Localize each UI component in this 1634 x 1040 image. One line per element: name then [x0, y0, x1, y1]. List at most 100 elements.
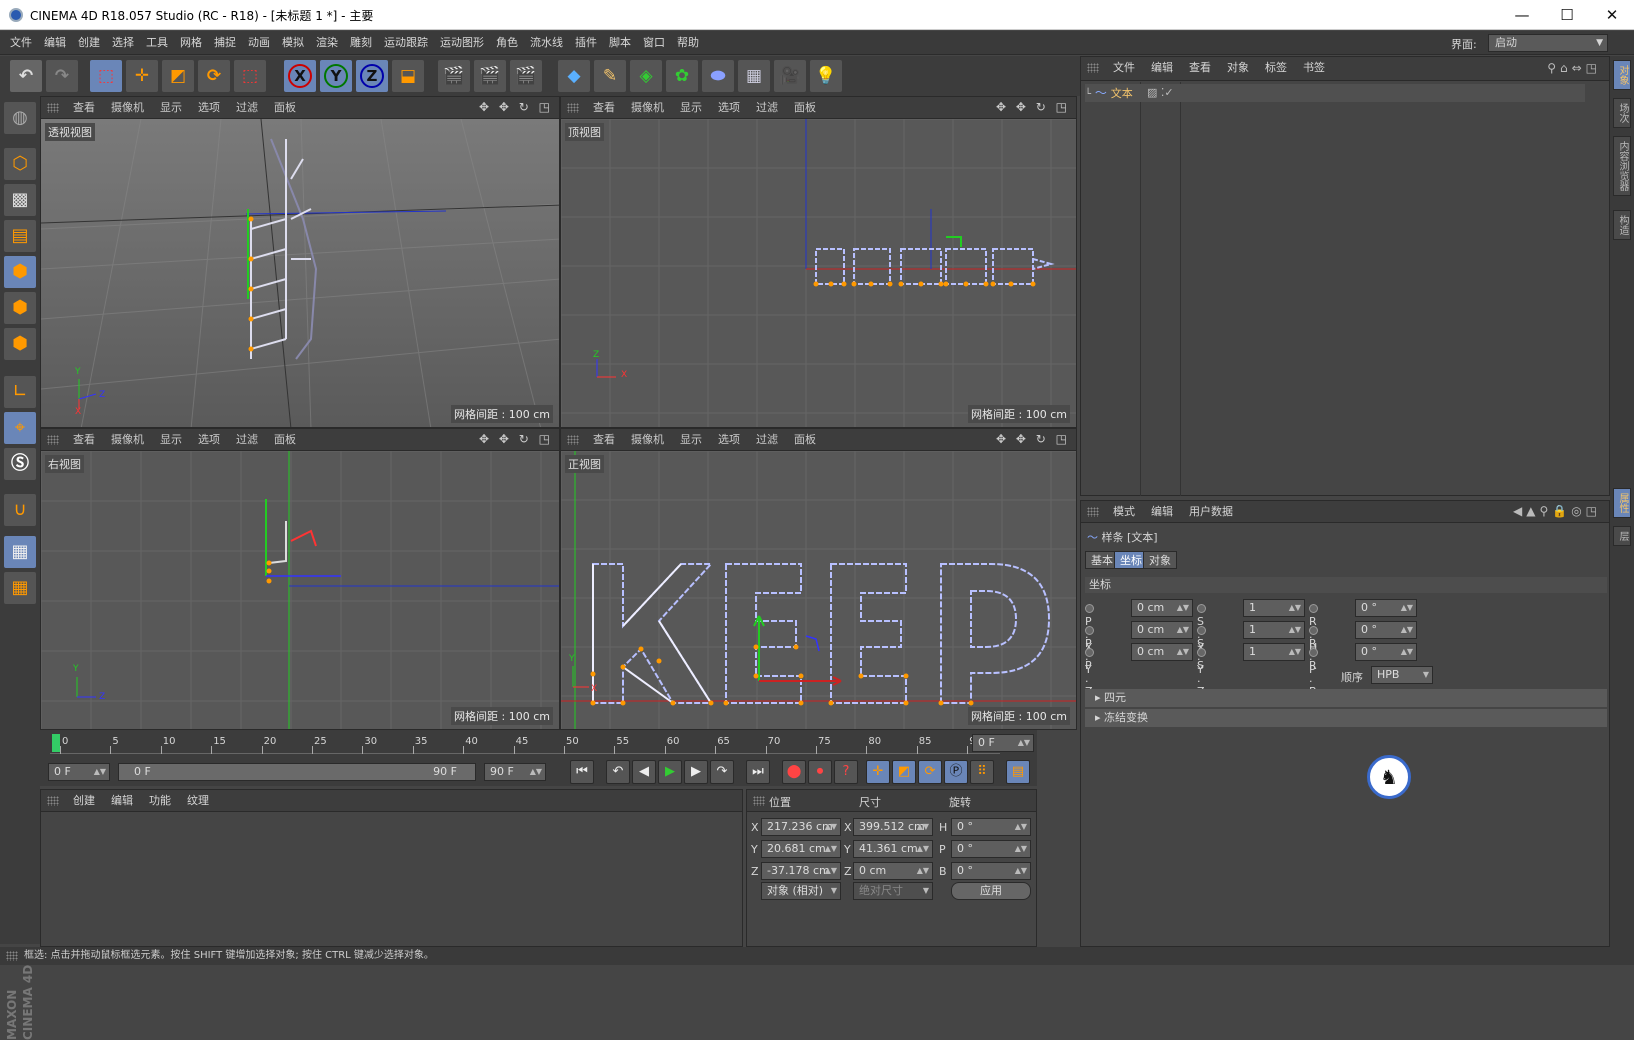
- pen-spline-button[interactable]: ✎: [594, 60, 626, 92]
- position-field[interactable]: 217.236 cm ▲▼: [761, 818, 841, 836]
- edges-mode-button[interactable]: ⬢: [4, 292, 36, 324]
- keyframe-radio-icon[interactable]: [1309, 626, 1318, 635]
- side-tab[interactable]: 属性: [1613, 488, 1631, 518]
- coordinate-mode-select[interactable]: 对象 (相对) ▼: [761, 882, 841, 900]
- go-to-start-button[interactable]: ⏮: [570, 760, 594, 784]
- menu-item[interactable]: 捕捉: [208, 31, 242, 55]
- attribute-tab[interactable]: 对象: [1143, 551, 1177, 569]
- previous-frame-button[interactable]: ◀: [632, 760, 656, 784]
- right-viewport[interactable]: 查看 摄像机 显示 选项 过滤 面板 ✥ ✥ ↻ ◳ YZ 右视图 网格间距 : 100 c…: [40, 428, 560, 730]
- menu-item[interactable]: 网格: [174, 31, 208, 55]
- viewport-menu-item[interactable]: 摄像机: [623, 97, 672, 119]
- menu-item[interactable]: 编辑: [38, 31, 72, 55]
- size-mode-select[interactable]: 绝对尺寸 ▼: [853, 882, 933, 900]
- polygons-mode-button[interactable]: ⬢: [4, 328, 36, 360]
- menu-item[interactable]: 帮助: [671, 31, 705, 55]
- menu-item[interactable]: 模拟: [276, 31, 310, 55]
- menu-item[interactable]: 编辑: [103, 790, 141, 812]
- param-field[interactable]: 1 ▲▼: [1243, 643, 1305, 661]
- next-key-button[interactable]: ↷: [710, 760, 734, 784]
- go-to-end-button[interactable]: ⏭: [746, 760, 770, 784]
- keyframe-radio-icon[interactable]: [1309, 648, 1318, 657]
- live-select-button[interactable]: ⬚: [90, 60, 122, 92]
- key-scale-button[interactable]: ◩: [892, 760, 916, 784]
- viewport-menu-item[interactable]: 过滤: [748, 97, 786, 119]
- param-field[interactable]: 0 cm ▲▼: [1131, 599, 1193, 617]
- viewport-menu-item[interactable]: 过滤: [228, 429, 266, 451]
- next-frame-button[interactable]: ▶: [684, 760, 708, 784]
- menu-item[interactable]: 创建: [65, 790, 103, 812]
- viewport-menu-item[interactable]: 选项: [190, 97, 228, 119]
- viewport-menu-item[interactable]: 显示: [672, 429, 710, 451]
- render-settings-button[interactable]: 🎬: [510, 60, 542, 92]
- viewport-menu-item[interactable]: 显示: [672, 97, 710, 119]
- menu-item[interactable]: 用户数据: [1181, 501, 1241, 523]
- viewport-menu-item[interactable]: 查看: [65, 429, 103, 451]
- redo-button[interactable]: ↷: [46, 60, 78, 92]
- viewport-menu-item[interactable]: 选项: [710, 97, 748, 119]
- timeline-window-button[interactable]: ▤: [1006, 760, 1030, 784]
- viewport-menu-item[interactable]: 选项: [710, 429, 748, 451]
- recent-tool-button[interactable]: ⬚: [234, 60, 266, 92]
- size-field[interactable]: 41.361 cm ▲▼: [853, 840, 933, 858]
- perspective-viewport[interactable]: 查看 摄像机 显示 选项 过滤 面板 ✥ ✥ ↻ ◳ Y Z X 透视视图 网格间距 : 100…: [40, 96, 560, 428]
- side-tab[interactable]: 构造: [1613, 210, 1631, 240]
- menu-item[interactable]: 脚本: [603, 31, 637, 55]
- auto-key-button[interactable]: ⏺: [808, 760, 832, 784]
- menu-item[interactable]: 文件: [4, 31, 38, 55]
- key-point-level-button[interactable]: ⠿: [970, 760, 994, 784]
- viewport-menu-item[interactable]: 摄像机: [103, 97, 152, 119]
- light-button[interactable]: 💡: [810, 60, 842, 92]
- side-tab[interactable]: 对象: [1613, 60, 1631, 90]
- keyframe-radio-icon[interactable]: [1085, 626, 1094, 635]
- menu-item[interactable]: 创建: [72, 31, 106, 55]
- texture-mode-button[interactable]: ▩: [4, 184, 36, 216]
- menu-item[interactable]: 编辑: [1143, 57, 1181, 79]
- maximize-button[interactable]: ☐: [1556, 5, 1578, 25]
- size-field[interactable]: 0 cm ▲▼: [853, 862, 933, 880]
- position-field[interactable]: -37.178 cm ▲▼: [761, 862, 841, 880]
- camera-button[interactable]: 🎥: [774, 60, 806, 92]
- viewport-menu-item[interactable]: 显示: [152, 97, 190, 119]
- deformer-button[interactable]: ⬬: [702, 60, 734, 92]
- move-button[interactable]: ✛: [126, 60, 158, 92]
- freeze-transform-section[interactable]: ▸ 冻结变换: [1085, 709, 1607, 727]
- undo-button[interactable]: ↶: [10, 60, 42, 92]
- scale-button[interactable]: ◩: [162, 60, 194, 92]
- workplane-lock-button[interactable]: ▦: [4, 536, 36, 568]
- menu-item[interactable]: 选择: [106, 31, 140, 55]
- menu-item[interactable]: 流水线: [524, 31, 569, 55]
- menu-item[interactable]: 编辑: [1143, 501, 1181, 523]
- play-button[interactable]: ▶: [658, 760, 682, 784]
- front-viewport[interactable]: 查看 摄像机 显示 选项 过滤 面板 ✥ ✥ ↻ ◳ YX 正视图 网格间距 : 100 c…: [560, 428, 1077, 730]
- menu-item[interactable]: 雕刻: [344, 31, 378, 55]
- cube-object-button[interactable]: ◆: [558, 60, 590, 92]
- viewport-menu-item[interactable]: 过滤: [748, 429, 786, 451]
- keyframe-radio-icon[interactable]: [1197, 648, 1206, 657]
- magnet-button[interactable]: ∪: [4, 494, 36, 526]
- menu-item[interactable]: 插件: [569, 31, 603, 55]
- timeline-ruler[interactable]: 051015202530354045505560657075808590 0 F…: [40, 730, 1037, 758]
- viewport-menu-item[interactable]: 面板: [786, 429, 824, 451]
- viewport-menu-item[interactable]: 查看: [65, 97, 103, 119]
- side-tab[interactable]: 层: [1613, 526, 1631, 546]
- side-tab[interactable]: 内容浏览器: [1613, 136, 1631, 196]
- menu-item[interactable]: 渲染: [310, 31, 344, 55]
- close-button[interactable]: ✕: [1601, 5, 1623, 25]
- render-view-button[interactable]: 🎬: [438, 60, 470, 92]
- menu-item[interactable]: 书签: [1295, 57, 1333, 79]
- visibility-toggle-icon[interactable]: ▨ ⁚✓: [1147, 86, 1174, 99]
- param-field[interactable]: 1 ▲▼: [1243, 621, 1305, 639]
- z-axis-button[interactable]: Z: [356, 60, 388, 92]
- viewport-nav-icons[interactable]: ✥ ✥ ↻ ◳: [479, 100, 553, 114]
- rotation-field[interactable]: 0 ° ▲▼: [951, 862, 1031, 880]
- minimize-button[interactable]: —: [1511, 5, 1533, 25]
- param-field[interactable]: 0 ° ▲▼: [1355, 621, 1417, 639]
- points-mode-button[interactable]: ⬢: [4, 256, 36, 288]
- menu-item[interactable]: 角色: [490, 31, 524, 55]
- model-mode-button[interactable]: ⬡: [4, 148, 36, 180]
- param-field[interactable]: 0 ° ▲▼: [1355, 643, 1417, 661]
- keyframe-selection-button[interactable]: ?: [834, 760, 858, 784]
- workplane-align-button[interactable]: ▦: [4, 572, 36, 604]
- keyframe-radio-icon[interactable]: [1085, 648, 1094, 657]
